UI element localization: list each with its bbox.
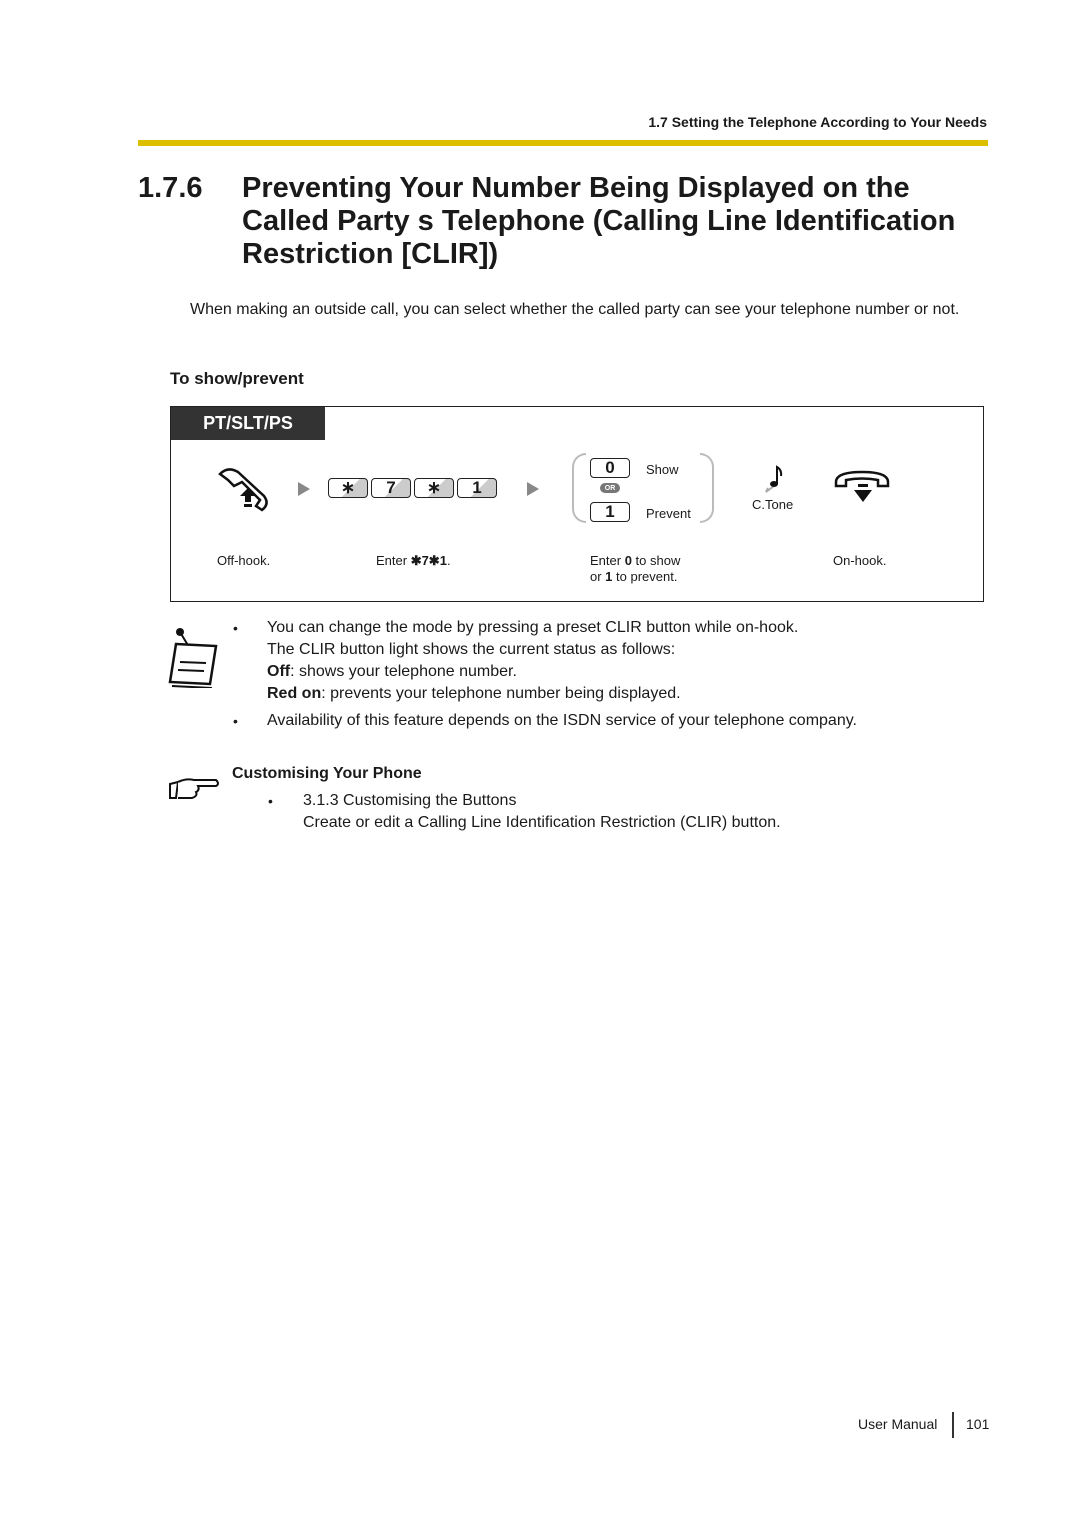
step-arrow-icon (298, 482, 310, 496)
off-hook-icon (214, 466, 274, 519)
option-label: Prevent (646, 506, 691, 521)
note-bullet-2: Availability of this feature depends on … (267, 712, 857, 729)
key-button: 1 (457, 478, 497, 498)
key-button: 1 (590, 502, 630, 522)
header-rule (138, 140, 988, 146)
music-note-icon (764, 464, 786, 499)
caption-choose: Enter 0 to show or 1 to prevent. (590, 553, 681, 584)
key-button: 0 (590, 458, 630, 478)
caption-on-hook: On-hook. (833, 553, 887, 568)
option-label: Show (646, 462, 679, 477)
intro-paragraph: When making an outside call, you can sel… (190, 301, 960, 318)
section-title: Preventing Your Number Being Displayed o… (242, 172, 982, 271)
title-line: Preventing Your Number Being Displayed o… (242, 172, 910, 204)
footer-label: User Manual (858, 1416, 938, 1432)
pointing-hand-icon (168, 776, 220, 807)
reference-heading: Customising Your Phone (232, 765, 422, 782)
device-tab: PT/SLT/PS (171, 407, 325, 440)
reference-item[interactable]: 3.1.3 Customising the Buttons Create or … (303, 790, 781, 834)
page-number: 101 (966, 1416, 990, 1432)
caption-off-hook: Off-hook. (217, 553, 271, 568)
key-button: 7 (371, 478, 411, 498)
subheading: To show/prevent (170, 369, 304, 388)
title-line: Called Party s Telephone (Calling Line I… (242, 205, 956, 237)
reference-link[interactable]: 3.1.3 Customising the Buttons (303, 790, 781, 812)
step-arrow-icon (527, 482, 539, 496)
reference-description: Create or edit a Calling Line Identifica… (303, 814, 781, 831)
bullet: • (233, 713, 238, 729)
key-button: ∗ (414, 478, 454, 498)
note-bullet-1: You can change the mode by pressing a pr… (267, 619, 799, 702)
running-head: 1.7 Setting the Telephone According to Y… (648, 114, 987, 130)
caption-enter-code: Enter ✱7✱1. (376, 553, 451, 568)
title-line: Restriction [CLIR]) (242, 238, 499, 270)
bullet: • (268, 793, 273, 809)
left-bracket (572, 453, 586, 523)
on-hook-icon (832, 468, 894, 515)
tone-label: C.Tone (752, 497, 794, 512)
bullet: • (233, 620, 238, 636)
footer-divider (952, 1412, 954, 1438)
section-number: 1.7.6 (138, 172, 203, 204)
or-badge: OR (600, 483, 620, 493)
right-bracket (700, 453, 714, 523)
note-icon (166, 626, 220, 693)
